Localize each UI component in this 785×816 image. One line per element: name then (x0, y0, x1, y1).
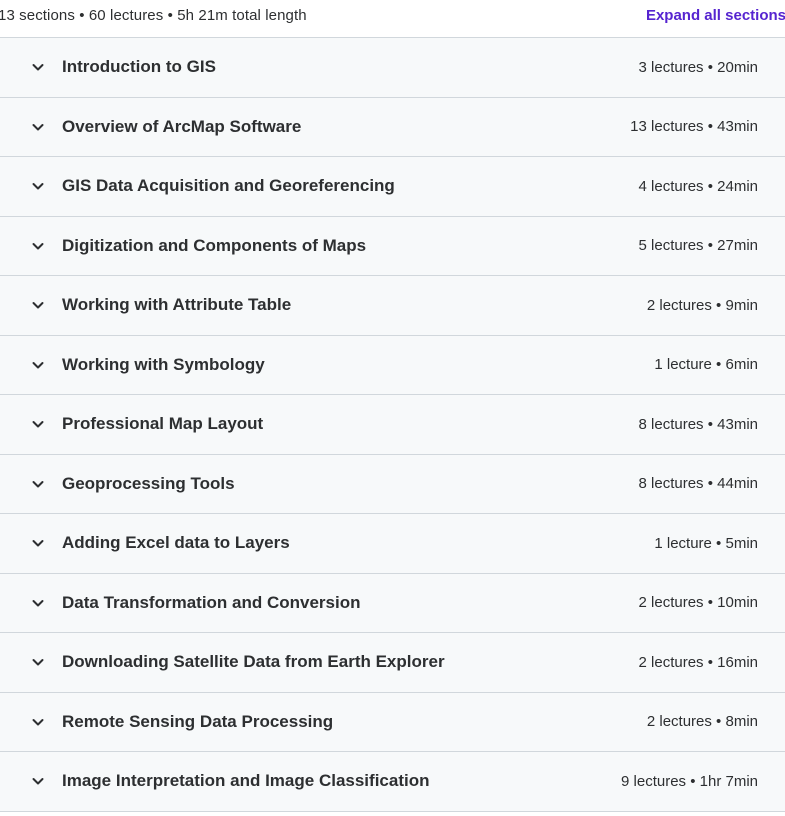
section-title: Working with Attribute Table (62, 295, 292, 315)
chevron-down-icon (31, 417, 45, 431)
curriculum-section[interactable]: Geoprocessing Tools 8 lectures • 44min (0, 454, 785, 514)
curriculum-section[interactable]: Data Transformation and Conversion 2 lec… (0, 573, 785, 633)
section-title: Introduction to GIS (62, 57, 216, 77)
section-title: Remote Sensing Data Processing (62, 711, 334, 731)
curriculum-section[interactable]: Working with Symbology 1 lecture • 6min (0, 335, 785, 395)
curriculum-section[interactable]: Digitization and Components of Maps 5 le… (0, 216, 785, 276)
course-content-header: 13 sections • 60 lectures • 5h 21m total… (0, 0, 785, 37)
section-lecture-summary: 9 lectures • 1hr 7min (621, 772, 758, 790)
curriculum-section[interactable]: Working with Attribute Table 2 lectures … (0, 276, 785, 336)
section-lecture-summary: 1 lecture • 6min (654, 356, 758, 374)
chevron-down-icon (31, 179, 45, 193)
section-title: Working with Symbology (62, 354, 265, 374)
chevron-down-icon (31, 358, 45, 372)
chevron-down-icon (31, 774, 45, 788)
section-title: Downloading Satellite Data from Earth Ex… (62, 652, 445, 672)
section-title: Geoprocessing Tools (62, 473, 235, 493)
curriculum-section[interactable]: Downloading Satellite Data from Earth Ex… (0, 633, 785, 693)
chevron-down-icon (31, 298, 45, 312)
chevron-down-icon (31, 596, 45, 610)
chevron-down-icon (31, 715, 45, 729)
section-lecture-summary: 2 lectures • 10min (638, 594, 758, 612)
course-summary: 13 sections • 60 lectures • 5h 21m total… (0, 7, 307, 24)
section-lecture-summary: 13 lectures • 43min (630, 118, 758, 136)
curriculum-section[interactable]: Introduction to GIS 3 lectures • 20min (0, 38, 785, 98)
section-lecture-summary: 2 lectures • 8min (646, 713, 758, 731)
section-title: Adding Excel data to Layers (62, 533, 290, 553)
section-lecture-summary: 2 lectures • 9min (646, 296, 758, 314)
curriculum-section[interactable]: Overview of ArcMap Software 13 lectures … (0, 97, 785, 157)
section-title: Overview of ArcMap Software (62, 116, 302, 136)
curriculum-section-list: Introduction to GIS 3 lectures • 20min O… (0, 37, 785, 812)
section-title: Image Interpretation and Image Classific… (62, 771, 430, 791)
chevron-down-icon (31, 60, 45, 74)
chevron-down-icon (31, 239, 45, 253)
curriculum-section[interactable]: Remote Sensing Data Processing 2 lecture… (0, 692, 785, 752)
curriculum-section[interactable]: Image Interpretation and Image Classific… (0, 752, 785, 812)
section-title: Professional Map Layout (62, 414, 264, 434)
chevron-down-icon (31, 477, 45, 491)
section-lecture-summary: 2 lectures • 16min (638, 653, 758, 671)
section-title: Data Transformation and Conversion (62, 592, 361, 612)
section-lecture-summary: 1 lecture • 5min (654, 534, 758, 552)
expand-all-sections-button[interactable]: Expand all sections (646, 7, 785, 24)
chevron-down-icon (31, 655, 45, 669)
section-lecture-summary: 3 lectures • 20min (638, 58, 758, 76)
section-lecture-summary: 5 lectures • 27min (638, 237, 758, 255)
chevron-down-icon (31, 120, 45, 134)
section-title: GIS Data Acquisition and Georeferencing (62, 176, 395, 196)
curriculum-section[interactable]: Professional Map Layout 8 lectures • 43m… (0, 395, 785, 455)
chevron-down-icon (31, 536, 45, 550)
section-lecture-summary: 8 lectures • 43min (638, 415, 758, 433)
section-title: Digitization and Components of Maps (62, 235, 367, 255)
curriculum-section[interactable]: GIS Data Acquisition and Georeferencing … (0, 157, 785, 217)
section-lecture-summary: 8 lectures • 44min (638, 475, 758, 493)
section-lecture-summary: 4 lectures • 24min (638, 177, 758, 195)
curriculum-section[interactable]: Adding Excel data to Layers 1 lecture • … (0, 514, 785, 574)
